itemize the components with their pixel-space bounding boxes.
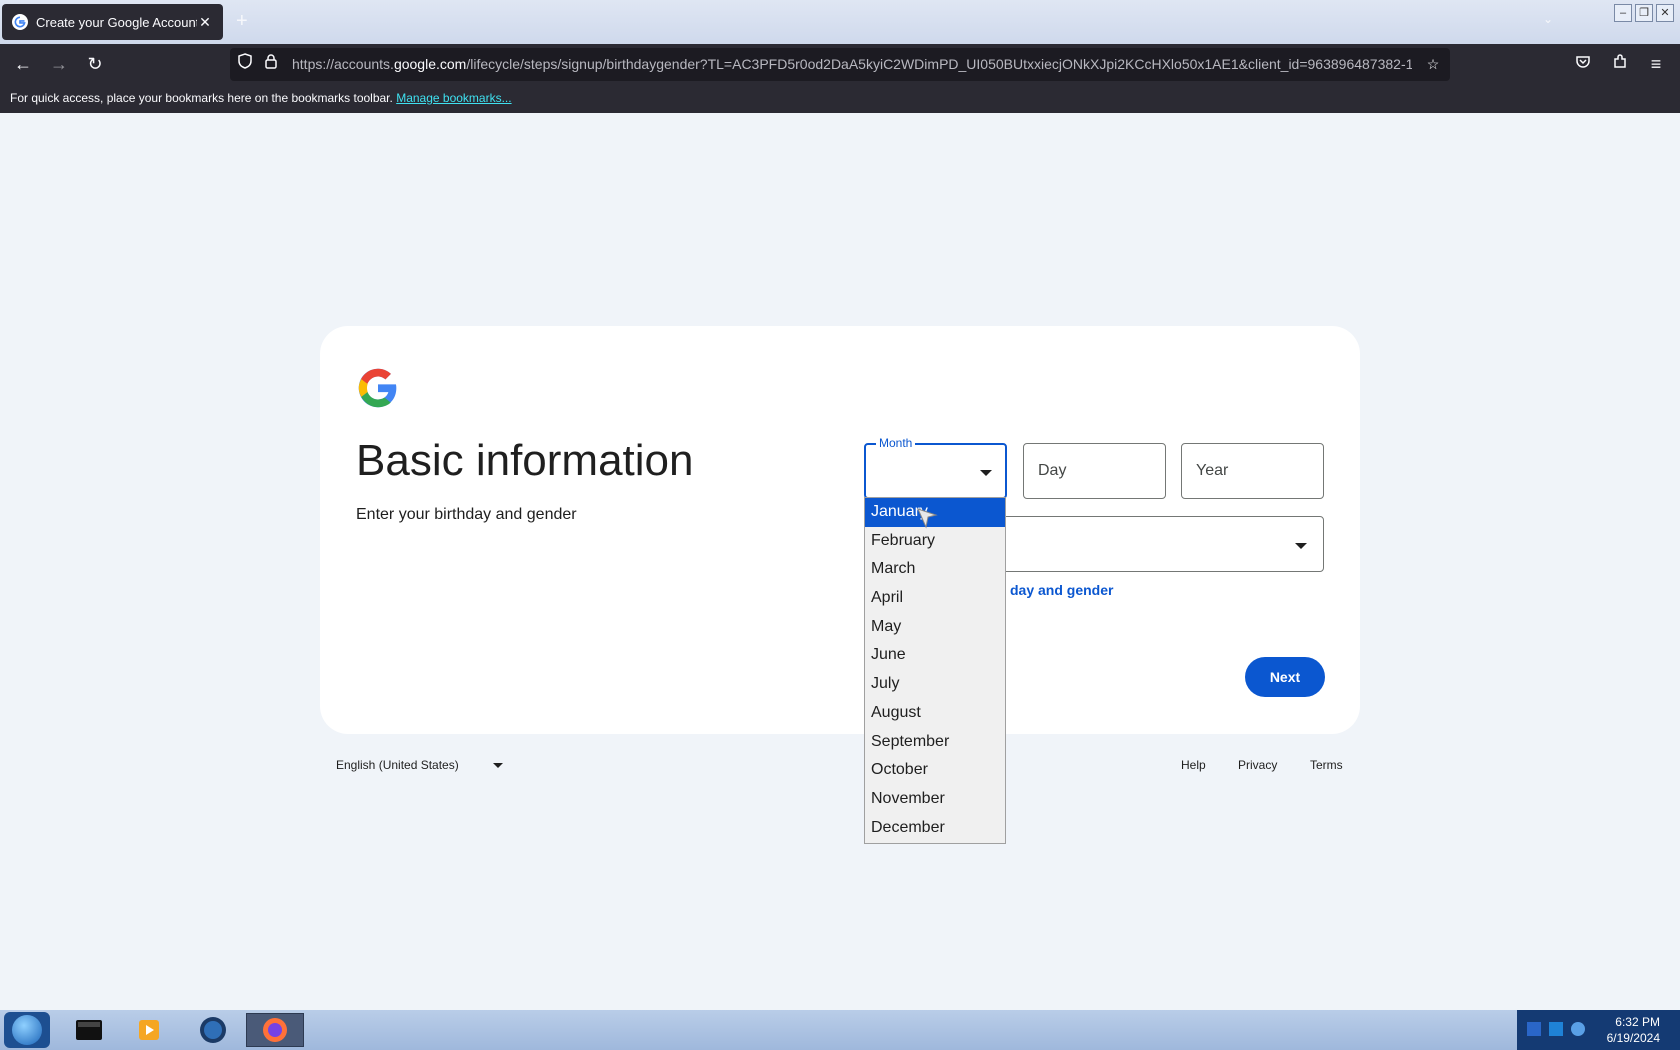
window-controls: – ❐ ✕ [1614,4,1674,22]
taskbar-terminal-app[interactable] [60,1013,118,1047]
maximize-button[interactable]: ❐ [1635,4,1653,22]
gender-dropdown-caret-icon [1295,543,1307,549]
globe-icon [200,1017,226,1043]
month-select[interactable]: Month [864,436,1007,499]
language-label: English (United States) [336,758,459,772]
year-input[interactable]: Year [1181,443,1324,499]
page-title: Basic information [356,436,694,485]
month-option[interactable]: April [865,584,1005,613]
windows-start-icon [12,1015,42,1045]
bookmarks-hint-text: For quick access, place your bookmarks h… [10,91,393,105]
firefox-icon [263,1018,287,1042]
terms-link[interactable]: Terms [1310,758,1343,772]
minimize-button[interactable]: – [1614,4,1632,22]
reload-icon[interactable]: ↻ [83,52,107,76]
tracking-protection-shield-icon[interactable] [234,53,256,75]
tab-close-icon[interactable]: ✕ [197,14,213,31]
month-option[interactable]: October [865,756,1005,785]
media-player-icon [139,1020,159,1040]
taskbar-clock[interactable]: 6:32 PM 6/19/2024 [1607,1014,1660,1046]
signup-card: Basic information Enter your birthday an… [320,326,1360,734]
month-option[interactable]: December [865,814,1005,843]
language-caret-icon [493,763,503,768]
tray-network-icon[interactable] [1527,1022,1541,1036]
year-placeholder: Year [1196,462,1229,479]
next-button[interactable]: Next [1245,657,1325,697]
close-window-button[interactable]: ✕ [1656,4,1674,22]
new-tab-button[interactable]: + [236,10,248,33]
day-placeholder: Day [1038,462,1067,479]
url-bar[interactable]: https://accounts.google.com/lifecycle/st… [230,48,1450,81]
back-icon[interactable]: ← [11,52,35,76]
day-input[interactable]: Day [1023,443,1166,499]
privacy-link[interactable]: Privacy [1238,758,1277,772]
month-option[interactable]: July [865,670,1005,699]
month-dropdown-list: January February March April May June Ju… [864,497,1006,844]
lock-icon[interactable] [260,53,282,75]
month-option[interactable]: May [865,613,1005,642]
month-dropdown-caret-icon [980,470,992,476]
os-taskbar: 6:32 PM 6/19/2024 [0,1010,1680,1050]
forward-icon[interactable]: → [47,52,71,76]
month-option[interactable]: November [865,785,1005,814]
google-favicon-icon [12,14,28,30]
browser-titlebar: Create your Google Account ✕ + ⌄ – ❐ ✕ [0,0,1680,44]
why-birthday-gender-link[interactable]: day and gender [1010,582,1113,598]
month-label: Month [876,436,916,450]
month-option[interactable]: June [865,641,1005,670]
month-option[interactable]: March [865,555,1005,584]
mouse-cursor-icon [917,508,938,529]
url-text[interactable]: https://accounts.google.com/lifecycle/st… [292,56,1412,72]
tray-volume-icon[interactable] [1571,1022,1585,1036]
language-selector[interactable]: English (United States) [336,758,459,772]
terminal-icon [76,1020,102,1040]
menu-hamburger-icon[interactable]: ≡ [1644,52,1668,76]
taskbar-media-player-app[interactable] [120,1013,178,1047]
pocket-icon[interactable] [1571,52,1595,76]
google-logo-icon [358,368,397,408]
manage-bookmarks-link[interactable]: Manage bookmarks... [396,91,511,105]
tray-display-icon[interactable] [1549,1022,1563,1036]
help-link[interactable]: Help [1181,758,1206,772]
taskbar-firefox-app[interactable] [246,1013,304,1047]
system-tray: 6:32 PM 6/19/2024 [1517,1010,1680,1050]
clock-time: 6:32 PM [1615,1015,1660,1029]
tab-create-google-account[interactable]: Create your Google Account ✕ [2,4,223,40]
month-option[interactable]: August [865,699,1005,728]
bookmarks-toolbar: For quick access, place your bookmarks h… [0,85,1680,113]
start-button[interactable] [4,1012,50,1048]
navigation-toolbar: ← → ↻ https://accounts.google.com/lifecy… [0,44,1680,85]
tab-title: Create your Google Account [36,14,197,30]
bookmark-star-icon[interactable]: ☆ [1422,53,1444,75]
month-option[interactable]: February [865,527,1005,556]
page-subtitle: Enter your birthday and gender [356,506,577,523]
month-option[interactable]: September [865,728,1005,757]
extensions-icon[interactable] [1608,52,1632,76]
taskbar-globe-app[interactable] [184,1013,242,1047]
list-all-tabs-icon[interactable]: ⌄ [1543,12,1553,26]
clock-date: 6/19/2024 [1606,1031,1660,1045]
